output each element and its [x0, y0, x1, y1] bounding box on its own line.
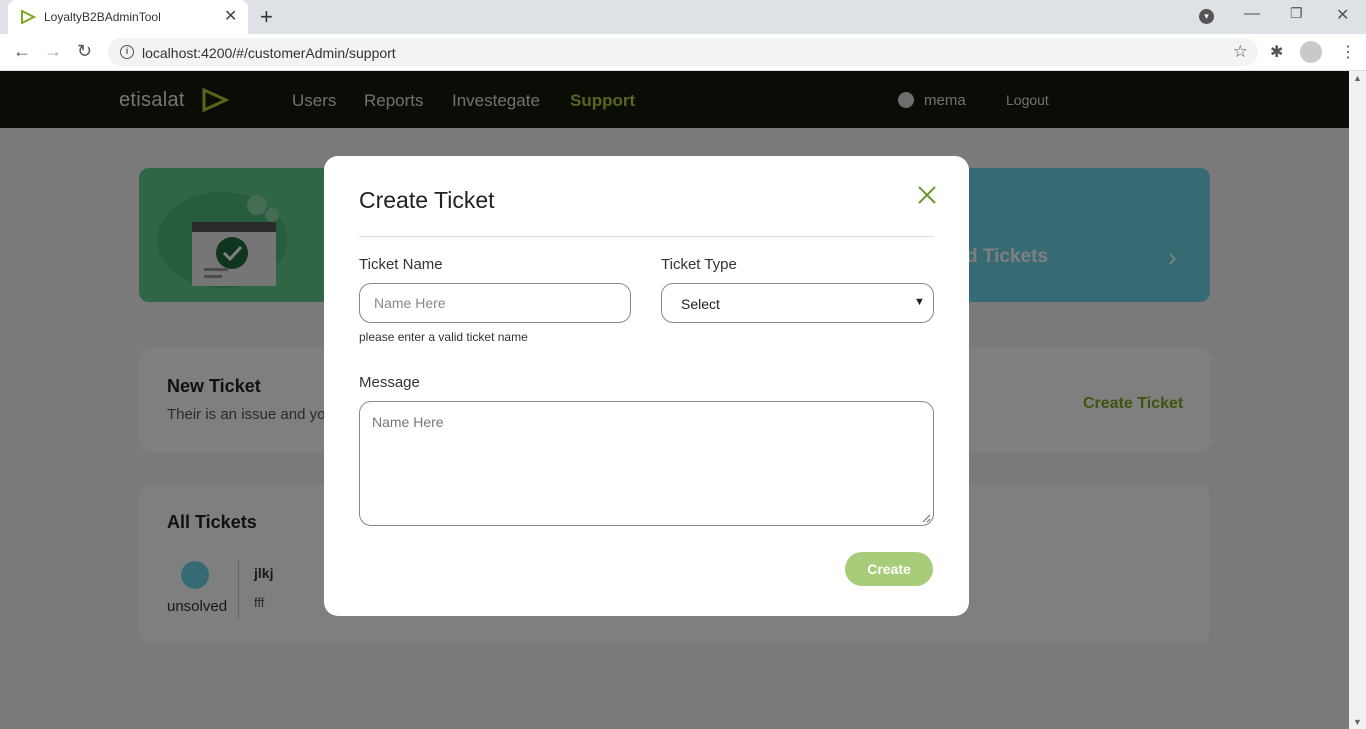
ticket-name-label: Ticket Name: [359, 256, 443, 273]
browser-menu-icon[interactable]: ⋮: [1340, 42, 1356, 62]
url-text: localhost:4200/#/customerAdmin/support: [142, 45, 396, 61]
close-icon[interactable]: [916, 184, 938, 206]
site-info-icon[interactable]: i: [120, 45, 134, 59]
bookmark-star-icon[interactable]: ☆: [1233, 42, 1248, 62]
message-textarea[interactable]: [359, 401, 934, 526]
modal-divider: [359, 236, 934, 237]
create-button[interactable]: Create: [845, 552, 933, 586]
ticket-type-select[interactable]: Select: [661, 283, 934, 323]
reload-icon[interactable]: ↻: [77, 41, 92, 62]
window-close-icon[interactable]: ✕: [1336, 5, 1349, 25]
page-scrollbar[interactable]: ▲ ▼: [1349, 71, 1366, 729]
minimize-icon[interactable]: —: [1244, 5, 1260, 23]
close-tab-icon[interactable]: ✕: [224, 6, 237, 26]
create-ticket-modal: Create Ticket Ticket Name please enter a…: [324, 156, 969, 616]
address-toolbar: ← → ↻ i localhost:4200/#/customerAdmin/s…: [0, 34, 1366, 71]
modal-title: Create Ticket: [359, 187, 495, 213]
ticket-name-input[interactable]: [359, 283, 631, 323]
resize-handle-icon[interactable]: [921, 513, 931, 523]
ticket-name-error: please enter a valid ticket name: [359, 330, 528, 344]
scroll-up-arrow-icon[interactable]: ▲: [1353, 73, 1362, 83]
browser-tab-bar: LoyaltyB2BAdminTool ✕ + ▾ — ❐ ✕: [0, 0, 1366, 34]
ticket-type-label: Ticket Type: [661, 256, 737, 273]
tab-title: LoyaltyB2BAdminTool: [44, 10, 161, 24]
tab-search-icon[interactable]: ▾: [1199, 9, 1214, 24]
forward-icon[interactable]: →: [44, 41, 62, 62]
message-label: Message: [359, 374, 420, 391]
extensions-icon[interactable]: ✱: [1270, 42, 1283, 62]
back-icon[interactable]: ←: [13, 41, 31, 62]
app-favicon-icon: [21, 10, 36, 24]
restore-icon[interactable]: ❐: [1290, 5, 1303, 22]
new-tab-icon[interactable]: +: [260, 4, 273, 30]
ticket-type-selected: Select: [681, 296, 720, 312]
browser-tab[interactable]: LoyaltyB2BAdminTool ✕: [8, 0, 248, 34]
url-bar[interactable]: i localhost:4200/#/customerAdmin/support…: [108, 38, 1258, 66]
profile-avatar-icon[interactable]: [1300, 41, 1322, 63]
chevron-down-icon[interactable]: ▼: [914, 296, 925, 308]
scroll-down-arrow-icon[interactable]: ▼: [1353, 717, 1362, 727]
